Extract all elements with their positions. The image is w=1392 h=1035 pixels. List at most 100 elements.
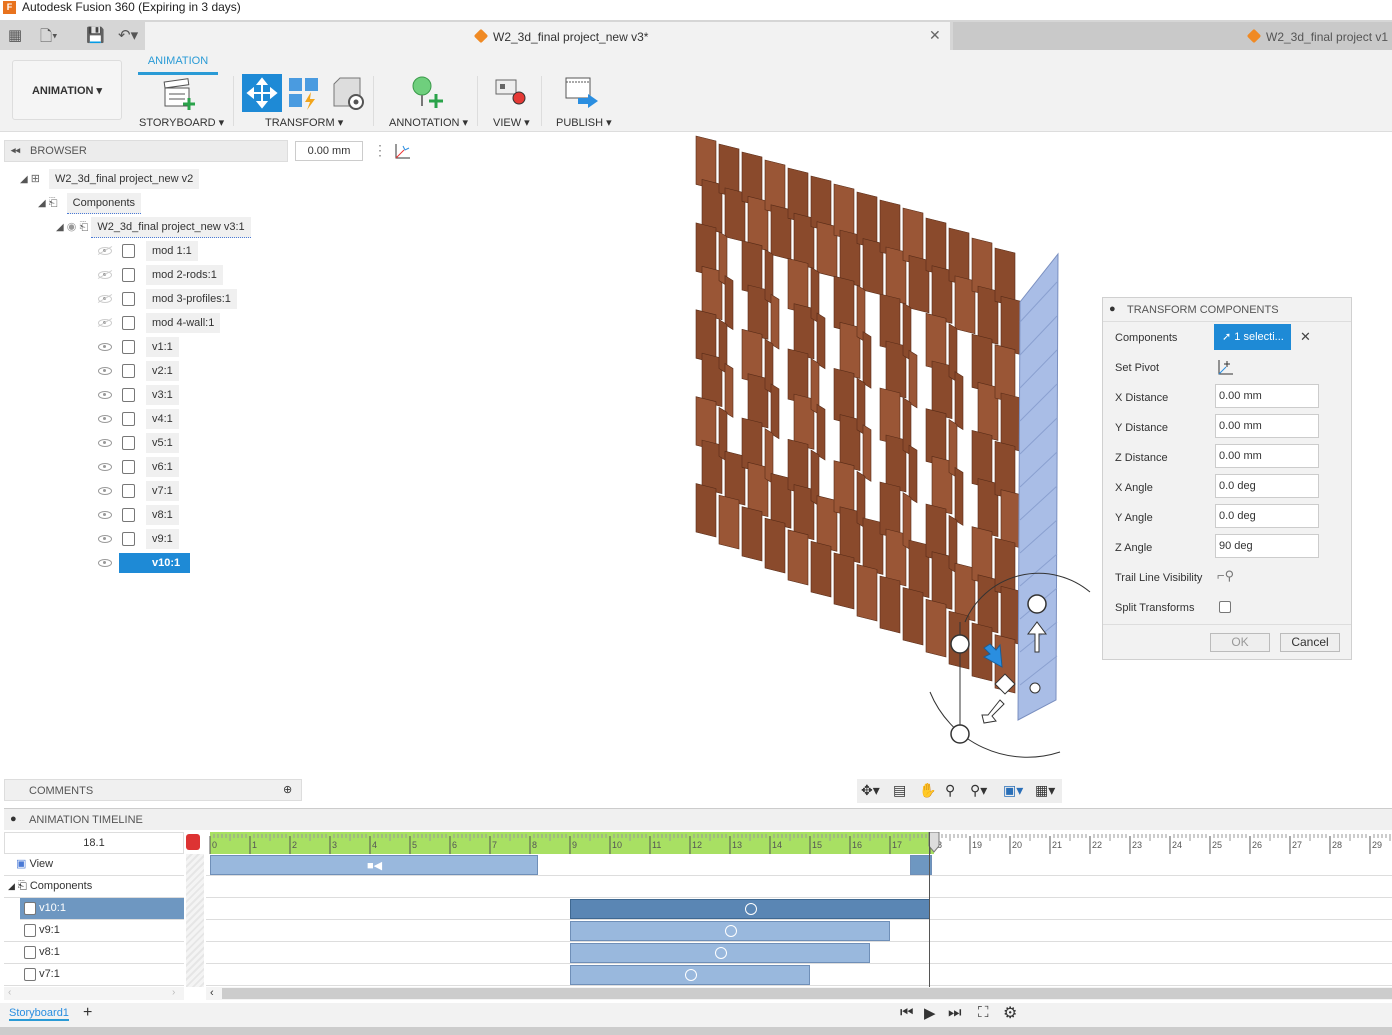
expand-icon[interactable]: ◢ (8, 881, 15, 891)
auto-explode-icon[interactable] (287, 76, 321, 110)
tree-root[interactable]: ◢ ⊞ W2_3d_final project_new v2 (20, 169, 200, 189)
show-hide-icon[interactable] (330, 76, 366, 112)
close-tab-icon[interactable]: ✕ (929, 27, 941, 44)
pivot-axis-icon[interactable] (393, 142, 413, 160)
field-input[interactable]: 0.00 mm (1215, 444, 1319, 468)
browser-item-label: v5:1 (146, 433, 179, 453)
split-transforms-checkbox[interactable] (1219, 601, 1231, 613)
publish-video-icon[interactable] (564, 76, 600, 108)
skip-to-start-icon[interactable]: ⏮ (900, 1004, 914, 1021)
grid-settings-icon[interactable]: ▦▾ (1035, 782, 1055, 799)
collapse-icon[interactable]: ● (10, 813, 17, 825)
zoom-icon[interactable]: ⚲ (945, 782, 955, 799)
more-options-icon[interactable]: ⋮ (373, 142, 387, 159)
eye-icon[interactable] (98, 559, 112, 567)
skip-to-end-icon[interactable]: ⏭ (948, 1004, 962, 1021)
eye-icon[interactable] (98, 535, 112, 543)
collapse-icon[interactable]: ● (1109, 303, 1116, 315)
timeline-scrollbar[interactable]: ‹ (206, 987, 1392, 1000)
expand-icon[interactable]: ◢ (56, 222, 64, 233)
eye-icon[interactable] (98, 343, 112, 351)
track-label[interactable]: v9:1 (4, 920, 184, 942)
fit-timeline-icon[interactable]: ⛶ (978, 1004, 989, 1021)
distance-input[interactable]: 0.00 mm (295, 141, 363, 161)
eye-icon[interactable] (98, 415, 112, 423)
fit-icon[interactable]: ⚲▾ (970, 782, 987, 799)
eye-icon[interactable] (98, 463, 112, 471)
play-icon[interactable]: ▶ (924, 1004, 936, 1022)
eye-icon[interactable] (98, 367, 112, 375)
transform-action-bar[interactable] (570, 965, 810, 985)
collapse-icon[interactable]: ◂◂ (11, 145, 20, 156)
eye-icon[interactable] (98, 511, 112, 519)
annotation-menu[interactable]: ANNOTATION ▾ (389, 116, 468, 129)
annotation-icon[interactable] (410, 76, 444, 110)
ok-button[interactable]: OK (1210, 633, 1270, 652)
browser-panel-header[interactable]: ◂◂ BROWSER (4, 140, 288, 162)
delete-icon[interactable] (186, 834, 200, 850)
tick-label: 13 (732, 840, 742, 850)
apps-grid-icon[interactable]: ▦ (8, 26, 22, 44)
eye-hidden-icon[interactable] (98, 319, 112, 327)
field-input[interactable]: 90 deg (1215, 534, 1319, 558)
field-input[interactable]: 0.00 mm (1215, 384, 1319, 408)
track-label[interactable]: v7:1 (4, 964, 184, 986)
eye-icon[interactable]: ◉ (67, 221, 77, 233)
transform-action-bar[interactable] (570, 943, 870, 963)
file-menu-icon[interactable]: 🗋▾ (40, 26, 58, 51)
comments-panel[interactable]: COMMENTS ⊕ (4, 779, 302, 801)
undo-icon[interactable]: ↶▾ (118, 26, 138, 44)
transform-menu[interactable]: TRANSFORM ▾ (265, 116, 343, 129)
expand-icon[interactable]: ◢ (38, 198, 46, 209)
storyboard-tab[interactable]: Storyboard1 (9, 1007, 69, 1021)
trail-line-icon[interactable]: ⌐⚲ (1217, 568, 1234, 584)
eye-hidden-icon[interactable] (98, 295, 112, 303)
transform-action-bar[interactable] (570, 899, 930, 919)
playhead[interactable] (929, 832, 930, 987)
eye-hidden-icon[interactable] (98, 247, 112, 255)
pan-icon[interactable]: ✋ (919, 782, 936, 799)
add-storyboard-icon[interactable]: + (83, 1004, 92, 1022)
workspace-switcher[interactable]: ANIMATION ▾ (12, 60, 122, 120)
field-input[interactable]: 0.0 deg (1215, 504, 1319, 528)
transform-action-bar[interactable] (570, 921, 890, 941)
set-pivot-icon[interactable] (1217, 358, 1235, 376)
clear-selection-icon[interactable]: ✕ (1300, 329, 1311, 345)
eye-icon[interactable] (98, 391, 112, 399)
tree-subassembly[interactable]: ◢ ◉ ⎗ W2_3d_final project_new v3:1 (56, 217, 251, 238)
orbit-icon[interactable]: ✥▾ (861, 782, 880, 799)
field-input[interactable]: 0.0 deg (1215, 474, 1319, 498)
label-scrollbar[interactable]: ‹ › (4, 987, 184, 1000)
display-settings-icon[interactable]: ▣▾ (1003, 782, 1023, 799)
expand-icon[interactable]: ◢ (20, 174, 28, 185)
capture-view-icon[interactable] (494, 78, 528, 108)
cancel-button[interactable]: Cancel (1280, 633, 1340, 652)
save-icon[interactable]: 💾 (86, 26, 105, 44)
view-menu[interactable]: VIEW ▾ (493, 116, 530, 129)
add-comment-icon[interactable]: ⊕ (283, 783, 292, 796)
track-label[interactable]: ▣ View (4, 854, 184, 876)
view-action-bar[interactable]: ■◀ (210, 855, 538, 875)
transform-components-icon[interactable] (242, 74, 282, 112)
publish-menu[interactable]: PUBLISH ▾ (556, 116, 612, 129)
tree-components[interactable]: ◢ ⎗ Components (38, 193, 142, 214)
current-time[interactable]: 18.1 (4, 832, 184, 854)
storyboard-menu[interactable]: STORYBOARD ▾ (139, 116, 224, 129)
eye-hidden-icon[interactable] (98, 271, 112, 279)
track-label[interactable]: v8:1 (4, 942, 184, 964)
scrollbar-thumb[interactable] (222, 988, 1392, 999)
tab-document[interactable]: W2_3d_final project v1 (953, 22, 1392, 50)
settings-icon[interactable]: ⚙ (1003, 1003, 1017, 1023)
timeline-header[interactable]: ● ANIMATION TIMELINE (4, 808, 1392, 830)
tab-document-active[interactable]: W2_3d_final project_new v3* ✕ (145, 22, 950, 50)
eye-icon[interactable] (98, 439, 112, 447)
look-at-icon[interactable]: ▤ (893, 782, 906, 799)
new-storyboard-icon[interactable] (163, 78, 197, 110)
eye-icon[interactable] (98, 487, 112, 495)
track-label[interactable]: v10:1 (20, 898, 184, 920)
field-input[interactable]: 0.00 mm (1215, 414, 1319, 438)
tab-animation[interactable]: ANIMATION (138, 55, 218, 67)
track-label[interactable]: ◢ ⎗ Components (4, 876, 184, 898)
components-selection-button[interactable]: ➚ 1 selecti... (1214, 324, 1291, 350)
time-ruler[interactable]: 0123456789101112131415161718192021222324… (206, 832, 1392, 854)
